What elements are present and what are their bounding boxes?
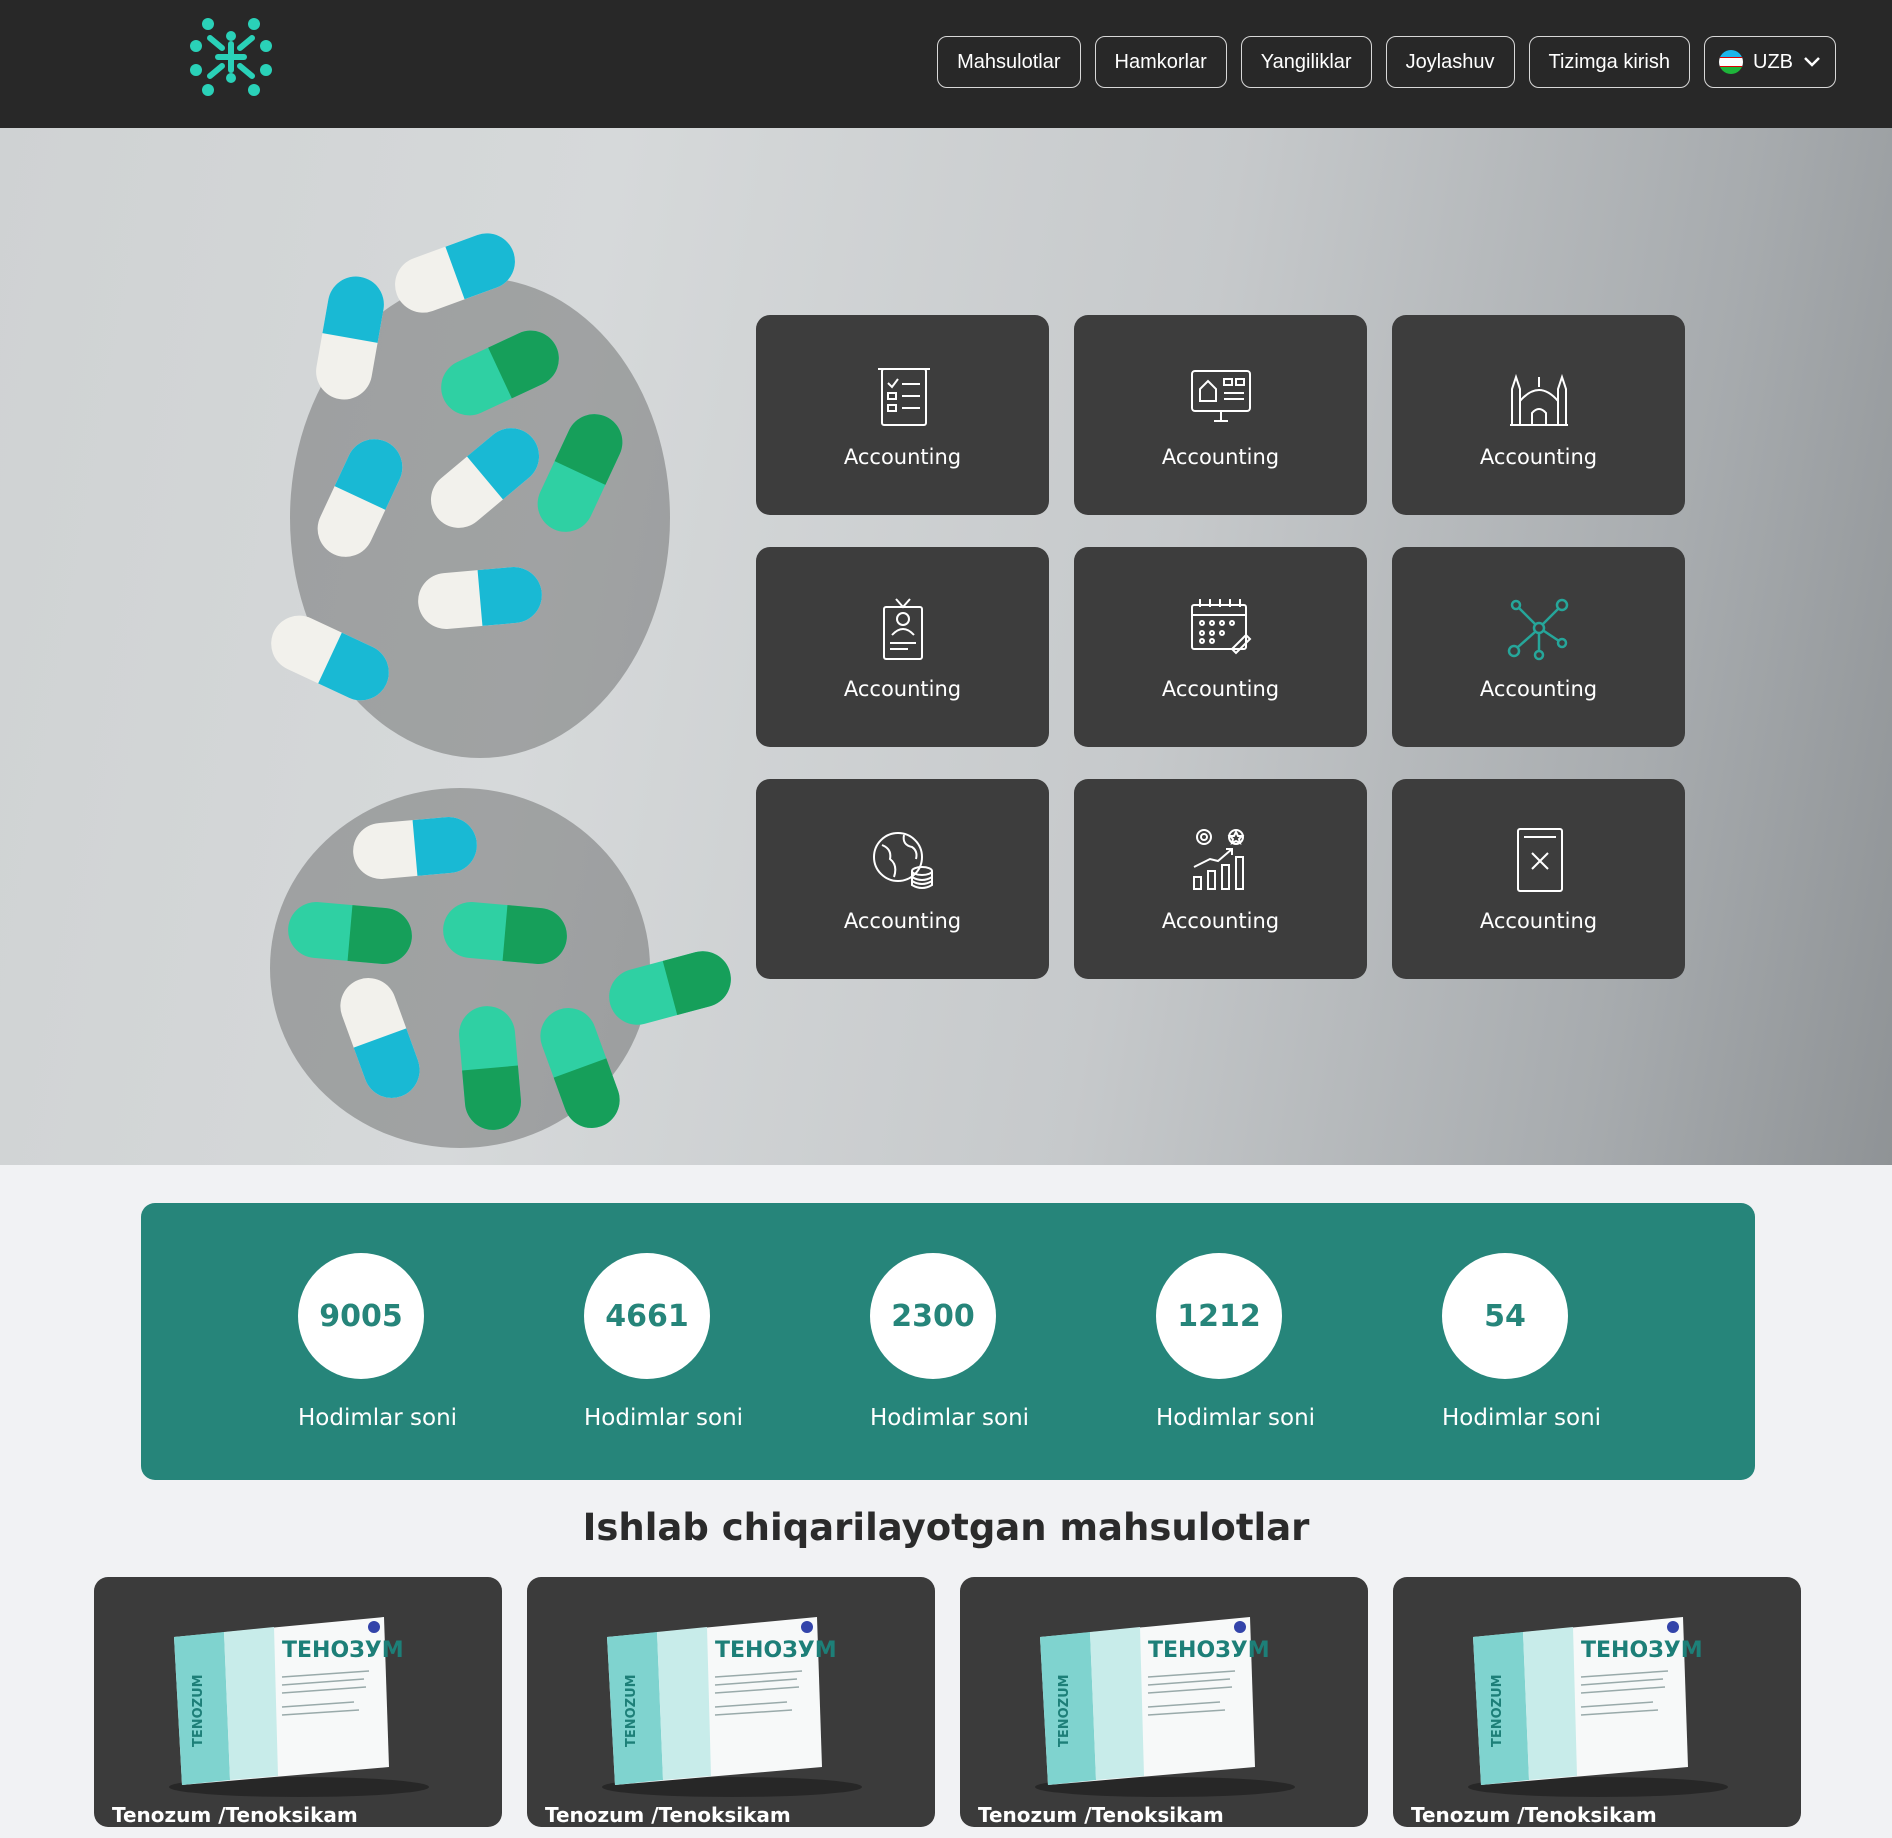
medicine-box-image: TENOZUM ТЕНОЗУМ xyxy=(1468,1617,1728,1797)
product-name: Tenozum /Tenoksikam xyxy=(978,1803,1224,1827)
mosque-icon xyxy=(1509,373,1568,426)
product-card[interactable]: TENOZUM ТЕНОЗУМ Tenozum /Tenoksikam xyxy=(94,1577,502,1827)
stat-item: 9005 Hodimlar soni xyxy=(298,1253,458,1480)
feature-tile[interactable]: Accounting xyxy=(756,547,1049,747)
product-name: Tenozum /Tenoksikam xyxy=(1411,1803,1657,1827)
feature-tile[interactable]: Accounting xyxy=(1392,547,1685,747)
medicine-box-image: TENOZUM ТЕНОЗУМ xyxy=(169,1617,429,1797)
box-brand-text: ТЕНОЗУМ xyxy=(282,1638,404,1663)
feature-tile[interactable]: Accounting xyxy=(1074,547,1367,747)
language-label: UZB xyxy=(1753,50,1793,73)
product-card[interactable]: TENOZUM ТЕНОЗУМ Tenozum /Tenoksikam xyxy=(960,1577,1368,1827)
nav-location-button[interactable]: Joylashuv xyxy=(1385,36,1515,88)
stat-value: 54 xyxy=(1442,1253,1568,1379)
calendar-icon xyxy=(1190,599,1251,655)
feature-tile[interactable]: Accounting xyxy=(1392,779,1685,979)
product-card[interactable]: TENOZUM ТЕНОЗУМ Tenozum /Tenoksikam xyxy=(527,1577,935,1827)
stat-value: 2300 xyxy=(870,1253,996,1379)
stat-label: Hodimlar soni xyxy=(870,1405,1030,1431)
box-brand-text: ТЕНОЗУМ xyxy=(715,1638,837,1663)
box-side-text: TENOZUM xyxy=(191,1674,206,1747)
stat-value: 1212 xyxy=(1156,1253,1282,1379)
nav-news-button[interactable]: Yangiliklar xyxy=(1240,36,1372,88)
medicine-box-image: TENOZUM ТЕНОЗУМ xyxy=(1035,1617,1295,1797)
features-grid: Accounting Accounting Accounting Account… xyxy=(756,315,1685,979)
stat-item: 4661 Hodimlar soni xyxy=(584,1253,744,1480)
stat-label: Hodimlar soni xyxy=(584,1405,744,1431)
feature-tile[interactable]: Accounting xyxy=(1392,315,1685,515)
logo-icon[interactable] xyxy=(188,16,274,98)
main-nav: Mahsulotlar Hamkorlar Yangiliklar Joylas… xyxy=(937,36,1836,88)
monitor-dashboard-icon xyxy=(1190,370,1251,422)
tile-label: Accounting xyxy=(843,677,962,701)
product-name: Tenozum /Tenoksikam xyxy=(112,1803,358,1827)
box-brand-text: ТЕНОЗУМ xyxy=(1581,1638,1703,1663)
tile-label: Accounting xyxy=(1479,677,1598,701)
uzbekistan-flag-icon xyxy=(1719,50,1743,74)
stat-item: 1212 Hodimlar soni xyxy=(1156,1253,1316,1480)
capsules-image xyxy=(261,225,738,1148)
nav-login-button[interactable]: Tizimga kirish xyxy=(1528,36,1690,88)
medicine-box-image: TENOZUM ТЕНОЗУМ xyxy=(602,1617,862,1797)
tile-label: Accounting xyxy=(1479,909,1598,933)
id-badge-icon xyxy=(882,598,923,660)
products-section-title: Ishlab chiqarilayotgan mahsulotlar xyxy=(582,1506,1310,1549)
tile-label: Accounting xyxy=(1161,445,1280,469)
feature-tile[interactable]: Accounting xyxy=(1074,315,1367,515)
checklist-document-icon xyxy=(877,368,930,426)
stat-item: 54 Hodimlar soni xyxy=(1442,1253,1602,1480)
stat-value: 9005 xyxy=(298,1253,424,1379)
statistics-panel: 9005 Hodimlar soni 4661 Hodimlar soni 23… xyxy=(141,1203,1755,1480)
hero-section: Accounting Accounting Accounting Account… xyxy=(0,128,1892,1165)
product-name: Tenozum /Tenoksikam xyxy=(545,1803,791,1827)
box-side-text: TENOZUM xyxy=(624,1674,639,1747)
tile-label: Accounting xyxy=(1161,909,1280,933)
globe-coins-icon xyxy=(872,832,933,889)
chevron-down-icon xyxy=(1804,57,1820,67)
feature-tile[interactable]: Accounting xyxy=(756,779,1049,979)
stat-label: Hodimlar soni xyxy=(1156,1405,1316,1431)
box-side-text: TENOZUM xyxy=(1057,1674,1072,1747)
box-brand-text: ТЕНОЗУМ xyxy=(1148,1638,1270,1663)
site-header: Mahsulotlar Hamkorlar Yangiliklar Joylas… xyxy=(0,0,1892,128)
stat-label: Hodimlar soni xyxy=(1442,1405,1602,1431)
feature-tile[interactable]: Accounting xyxy=(1074,779,1367,979)
feature-tile[interactable]: Accounting xyxy=(756,315,1049,515)
stat-value: 4661 xyxy=(584,1253,710,1379)
box-side-text: TENOZUM xyxy=(1490,1674,1505,1747)
language-select[interactable]: UZB xyxy=(1704,36,1836,88)
tile-label: Accounting xyxy=(1161,677,1280,701)
stat-item: 2300 Hodimlar soni xyxy=(870,1253,1030,1480)
tile-label: Accounting xyxy=(843,909,962,933)
document-x-icon xyxy=(1516,828,1563,892)
products-list: TENOZUM ТЕНОЗУМ Tenozum /Tenoksikam TENO… xyxy=(94,1577,1801,1827)
stat-label: Hodimlar soni xyxy=(298,1405,458,1431)
tile-label: Accounting xyxy=(843,445,962,469)
nav-products-button[interactable]: Mahsulotlar xyxy=(937,36,1081,88)
network-nodes-icon xyxy=(1507,598,1568,661)
nav-partners-button[interactable]: Hamkorlar xyxy=(1094,36,1227,88)
tile-label: Accounting xyxy=(1479,445,1598,469)
product-card[interactable]: TENOZUM ТЕНОЗУМ Tenozum /Tenoksikam xyxy=(1393,1577,1801,1827)
growth-chart-gears-icon xyxy=(1192,829,1244,890)
